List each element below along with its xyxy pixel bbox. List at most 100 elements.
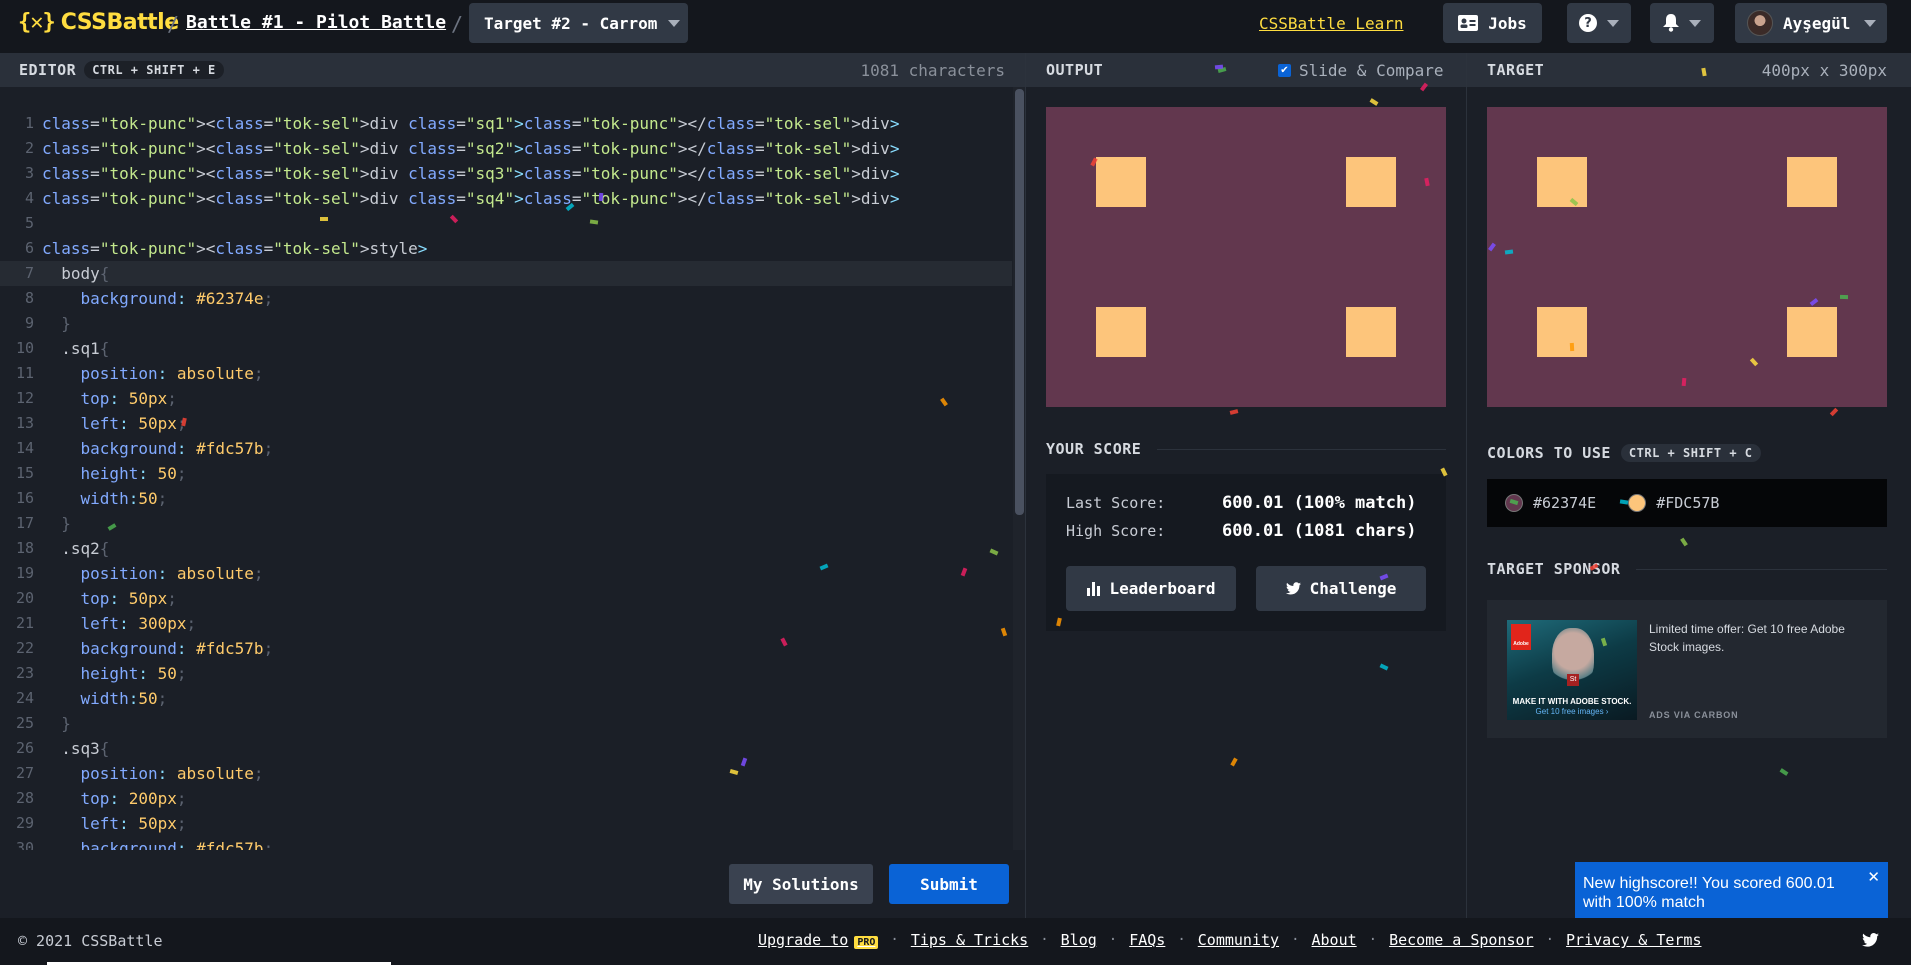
high-score-label: High Score: — [1066, 522, 1166, 540]
user-menu-button[interactable]: Ayşegül — [1735, 3, 1887, 43]
last-score-value: 600.01 (100% match) — [1222, 493, 1417, 513]
color-swatch — [1628, 494, 1647, 512]
code-line[interactable]: 7 body{ — [0, 261, 1012, 286]
close-icon[interactable]: ✕ — [1867, 868, 1880, 887]
code-line[interactable]: 29 left: 50px; — [0, 811, 1012, 836]
code-line[interactable]: 30 background: #fdc57b; — [0, 836, 1012, 850]
code-line[interactable]: 26 .sq3{ — [0, 736, 1012, 761]
confetti-piece — [1379, 663, 1389, 671]
slide-compare-toggle[interactable]: ✔ Slide & Compare — [1278, 61, 1444, 80]
footer-link-community[interactable]: Community — [1198, 931, 1279, 949]
code-line[interactable]: 16 width:50; — [0, 486, 1012, 511]
line-number: 2 — [24, 139, 34, 157]
ad-via[interactable]: ADS VIA CARBON — [1649, 710, 1738, 720]
submit-button[interactable]: Submit — [889, 864, 1009, 904]
footer-link-faqs[interactable]: FAQs — [1129, 931, 1165, 949]
code-line[interactable]: 25 } — [0, 711, 1012, 736]
notifications-button[interactable] — [1650, 3, 1714, 43]
footer-link-privacy[interactable]: Privacy & Terms — [1566, 931, 1701, 949]
target-canvas[interactable] — [1487, 107, 1887, 407]
code-line[interactable]: 10 .sq1{ — [0, 336, 1012, 361]
line-number: 20 — [15, 589, 34, 607]
logo-text: CSSBattle — [60, 10, 179, 35]
code-line[interactable]: 12 top: 50px; — [0, 386, 1012, 411]
code-line[interactable]: 6 class="tok-punc"><class="tok-sel">style… — [0, 236, 1012, 261]
footer-link-sponsor[interactable]: Become a Sponsor — [1389, 931, 1534, 949]
confetti-piece — [1779, 768, 1789, 776]
output-canvas[interactable] — [1046, 107, 1446, 407]
code-line[interactable]: 19 position: absolute; — [0, 561, 1012, 586]
code-line[interactable]: 3 class="tok-punc"><class="tok-sel">div c… — [0, 161, 1012, 186]
divider — [1466, 53, 1467, 918]
slide-compare-checkbox[interactable]: ✔ — [1278, 63, 1291, 77]
ad-brand: Adobe — [1513, 641, 1529, 647]
code-line[interactable]: 22 background: #fdc57b; — [0, 636, 1012, 661]
code-line[interactable]: 13 left: 50px; — [0, 411, 1012, 436]
leaderboard-button[interactable]: Leaderboard — [1066, 566, 1236, 611]
ad-image[interactable]: Adobe St MAKE IT WITH ADOBE STOCK. Get 1… — [1507, 620, 1637, 720]
line-number: 21 — [15, 614, 34, 632]
code-line[interactable]: 5 — [0, 211, 1012, 236]
code-line[interactable]: 24 width:50; — [0, 686, 1012, 711]
code-text: class="tok-punc"><class="tok-sel">div cl… — [42, 189, 900, 208]
code-text: background: #fdc57b; — [80, 439, 274, 458]
line-number: 27 — [15, 764, 34, 782]
challenge-button[interactable]: Challenge — [1256, 566, 1426, 611]
target-dropdown[interactable]: Target #2 - Carrom — [469, 3, 688, 43]
footer-dot: · — [890, 932, 899, 948]
line-number: 4 — [24, 189, 34, 207]
code-line[interactable]: 14 background: #fdc57b; — [0, 436, 1012, 461]
code-line[interactable]: 1 class="tok-punc"><class="tok-sel">div c… — [0, 111, 1012, 136]
code-line[interactable]: 15 height: 50; — [0, 461, 1012, 486]
editor-scrollbar[interactable] — [1013, 87, 1025, 850]
editor-header: EDITOR CTRL + SHIFT + E 1081 characters — [0, 53, 1025, 87]
code-line[interactable]: 8 background: #62374e; — [0, 286, 1012, 311]
color-swatch-item[interactable]: #FDC57B — [1628, 494, 1719, 512]
code-text: background: #fdc57b; — [80, 639, 274, 658]
code-text: left: 50px; — [80, 414, 187, 433]
code-line[interactable]: 2 class="tok-punc"><class="tok-sel">div c… — [0, 136, 1012, 161]
code-text: background: #fdc57b; — [80, 839, 274, 850]
logo-mark-icon: {✕} — [18, 10, 56, 35]
ad-text[interactable]: Limited time offer: Get 10 free Adobe St… — [1649, 620, 1874, 656]
line-number: 10 — [15, 339, 34, 357]
bar-chart-icon — [1086, 581, 1100, 596]
footer-link-about[interactable]: About — [1312, 931, 1357, 949]
jobs-button[interactable]: Jobs — [1443, 3, 1542, 43]
help-button[interactable]: ? — [1567, 3, 1631, 43]
code-line[interactable]: 18 .sq2{ — [0, 536, 1012, 561]
target-square — [1537, 307, 1587, 357]
battle-title-link[interactable]: Battle #1 - Pilot Battle — [186, 12, 446, 33]
code-line[interactable]: 23 height: 50; — [0, 661, 1012, 686]
color-swatch-item[interactable]: #62374E — [1505, 494, 1596, 512]
twitter-icon[interactable] — [1862, 933, 1879, 947]
logo[interactable]: {✕} CSSBattle — [18, 10, 179, 35]
highscore-toast: New highscore!! You scored 600.01 with 1… — [1575, 862, 1888, 926]
divider — [1025, 53, 1026, 918]
code-line[interactable]: 28 top: 200px; — [0, 786, 1012, 811]
footer-dot: · — [1108, 932, 1118, 948]
code-line[interactable]: 21 left: 300px; — [0, 611, 1012, 636]
code-line[interactable]: 4 class="tok-punc"><class="tok-sel">div c… — [0, 186, 1012, 211]
code-line[interactable]: 27 position: absolute; — [0, 761, 1012, 786]
code-line[interactable]: 17 } — [0, 511, 1012, 536]
code-line[interactable]: 20 top: 50px; — [0, 586, 1012, 611]
code-line[interactable]: 11 position: absolute; — [0, 361, 1012, 386]
footer-link-upgrade[interactable]: Upgrade to PRO — [758, 931, 879, 949]
confetti-piece — [1829, 407, 1839, 417]
code-text: class="tok-punc"><class="tok-sel">div cl… — [42, 164, 900, 183]
editor-label: EDITOR — [19, 61, 77, 79]
footer-dot: · — [1368, 932, 1378, 948]
colors-section-title: COLORS TO USE CTRL + SHIFT + C — [1487, 444, 1887, 462]
editor-scroll-thumb[interactable] — [1015, 89, 1024, 515]
target-square — [1537, 157, 1587, 207]
footer-link-blog[interactable]: Blog — [1061, 931, 1097, 949]
footer-link-tips[interactable]: Tips & Tricks — [911, 931, 1028, 949]
code-editor[interactable]: 1 class="tok-punc"><class="tok-sel">div c… — [0, 87, 1025, 850]
code-line[interactable]: 9 } — [0, 311, 1012, 336]
my-solutions-button[interactable]: My Solutions — [729, 864, 873, 904]
code-text: position: absolute; — [80, 564, 264, 583]
target-dropdown-label: Target #2 - Carrom — [484, 13, 658, 33]
learn-link[interactable]: CSSBattle Learn — [1259, 14, 1404, 33]
code-text: height: 50; — [80, 664, 187, 683]
